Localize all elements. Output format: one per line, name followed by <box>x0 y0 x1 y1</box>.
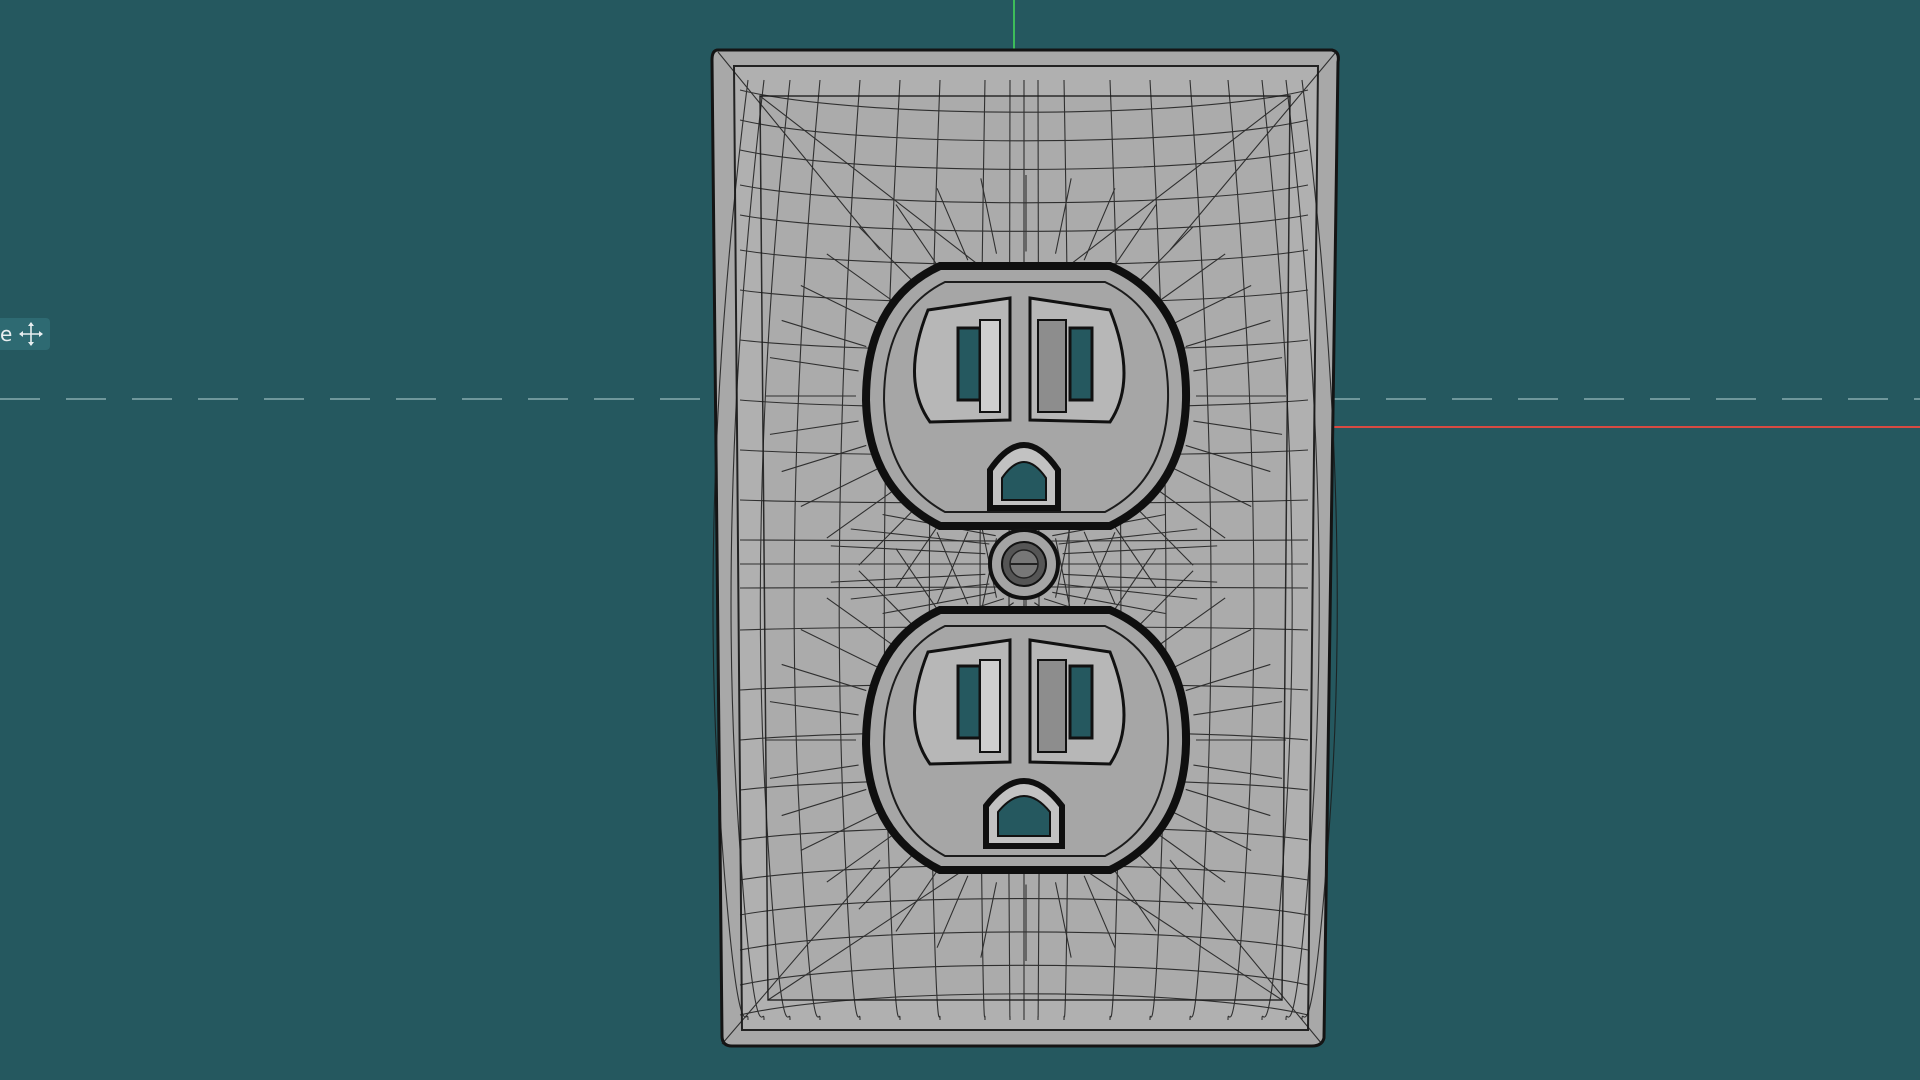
upper-left-slot-wall <box>979 319 1001 413</box>
upper-right-slot-wall <box>1037 319 1067 413</box>
upper-right-slot-opening <box>1068 326 1094 402</box>
view-label: e <box>0 322 13 346</box>
upper-outlet <box>861 262 1191 530</box>
view-label-tab[interactable]: e <box>0 318 51 350</box>
lower-outlet <box>861 606 1191 874</box>
lower-right-slot-opening <box>1068 664 1094 740</box>
move-icon[interactable] <box>18 321 44 347</box>
lower-left-slot-wall <box>979 659 1001 753</box>
outlet-plate-model[interactable] <box>710 48 1340 1048</box>
center-screw <box>988 528 1060 600</box>
lower-left-slot-opening <box>956 664 982 740</box>
3d-viewport[interactable]: e <box>0 0 1920 1080</box>
upper-left-slot-opening <box>956 326 982 402</box>
lower-right-slot-wall <box>1037 659 1067 753</box>
viewport-canvas[interactable] <box>0 0 1920 1080</box>
